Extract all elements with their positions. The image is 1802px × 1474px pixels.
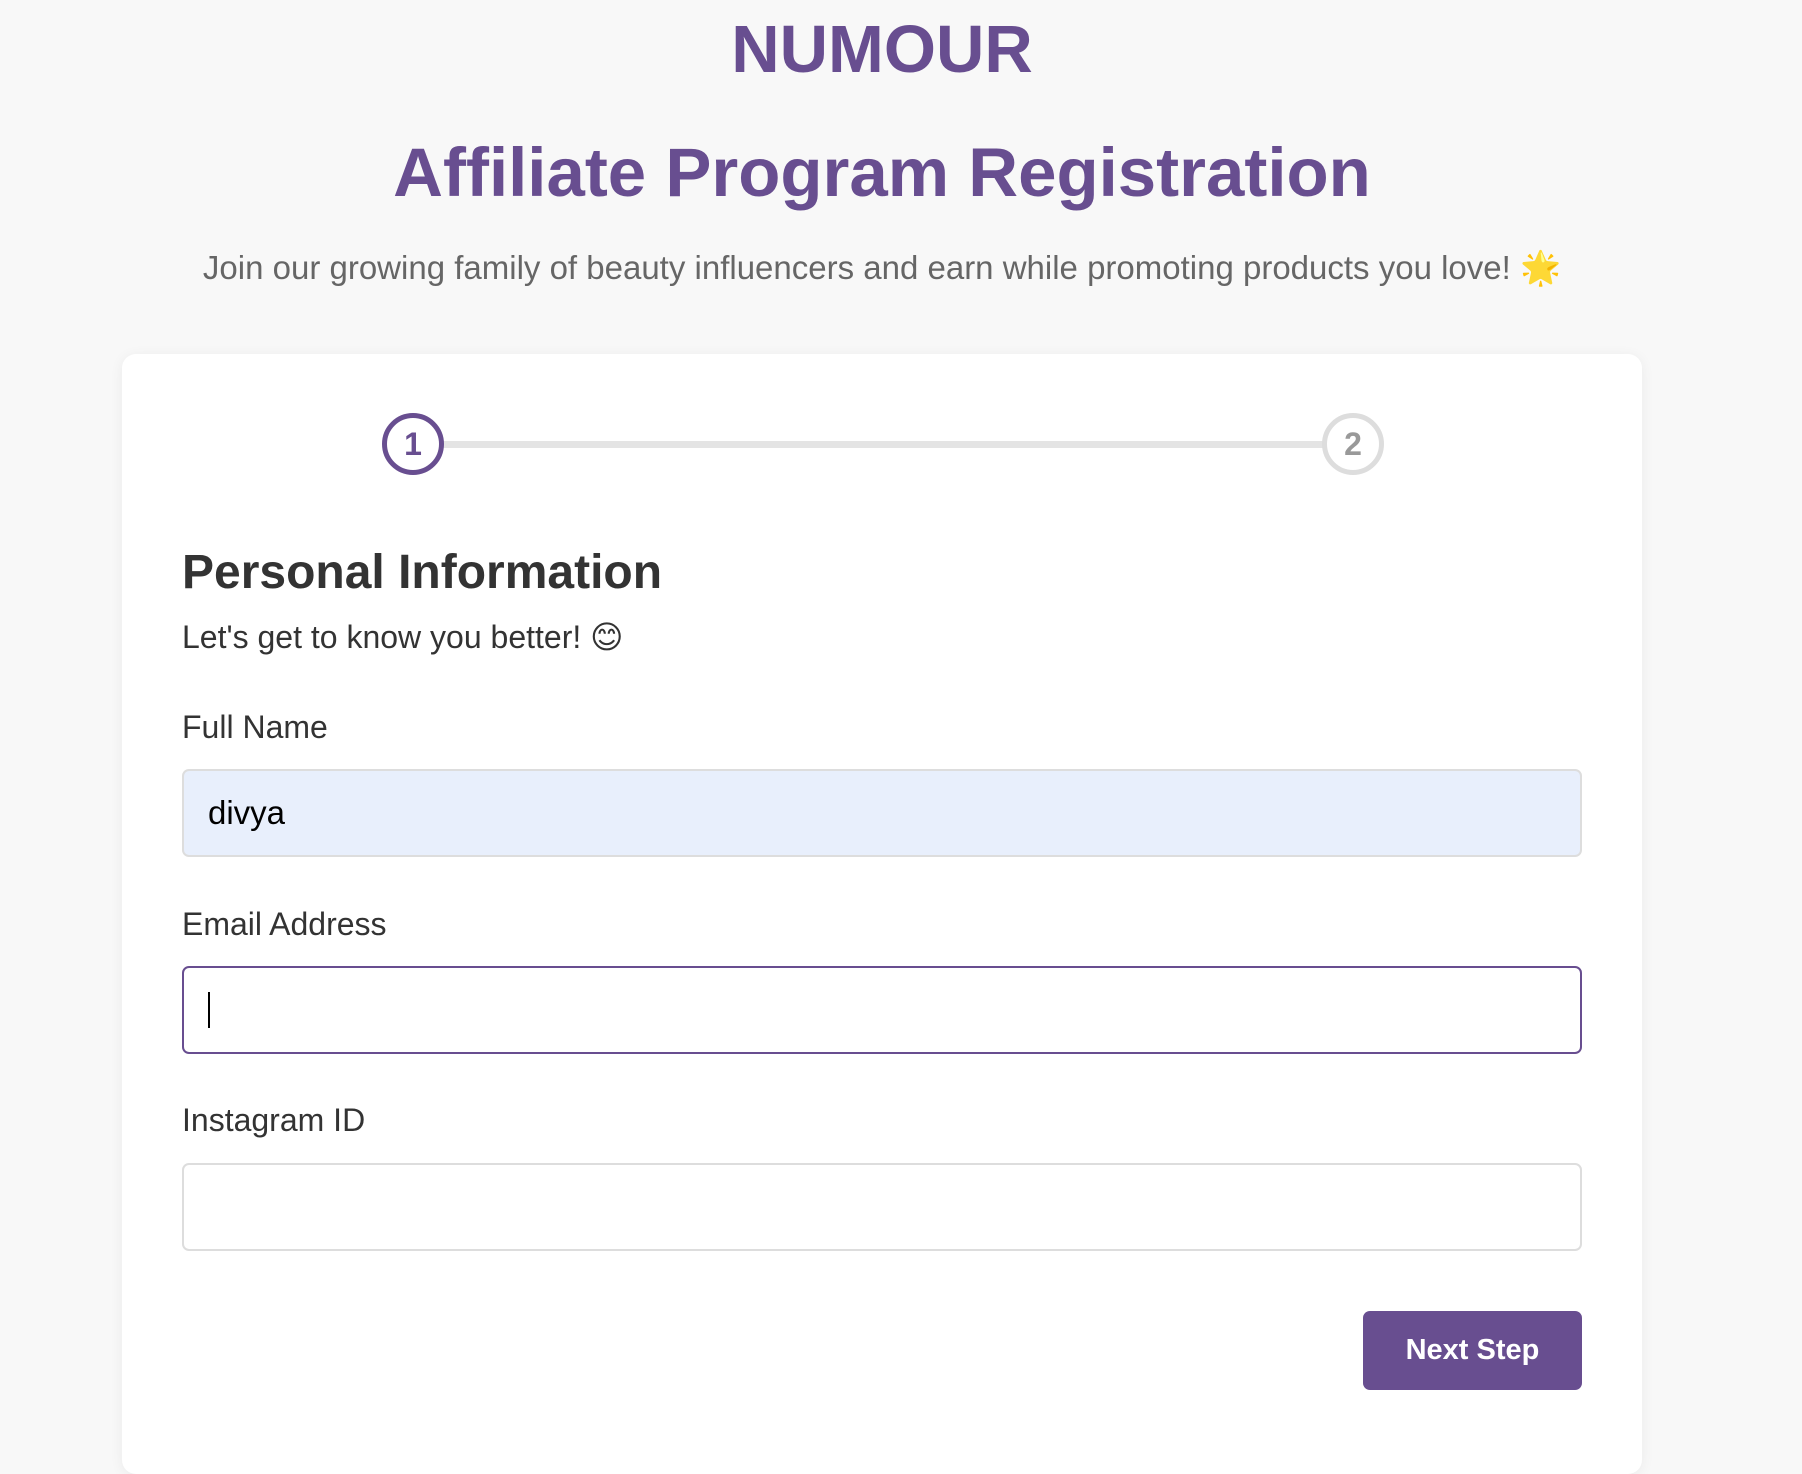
email-label: Email Address: [182, 906, 387, 942]
step-2-indicator: 2: [1322, 413, 1384, 475]
email-input[interactable]: [182, 966, 1582, 1054]
step-progress-line: [413, 441, 1323, 448]
brand-logo: NUMOUR: [731, 12, 1033, 87]
page-subtitle: Join our growing family of beauty influe…: [202, 249, 1562, 286]
section-heading: Personal Information: [182, 546, 663, 599]
text-caret: [208, 992, 210, 1028]
next-step-button[interactable]: Next Step: [1363, 1311, 1582, 1390]
section-subheading: Let's get to know you better! 😊: [182, 619, 624, 655]
full-name-input[interactable]: [182, 769, 1582, 857]
full-name-label: Full Name: [182, 709, 328, 745]
page-title: Affiliate Program Registration: [393, 134, 1371, 211]
instagram-input[interactable]: [182, 1163, 1582, 1251]
instagram-label: Instagram ID: [182, 1102, 366, 1138]
step-1-indicator: 1: [382, 413, 444, 475]
